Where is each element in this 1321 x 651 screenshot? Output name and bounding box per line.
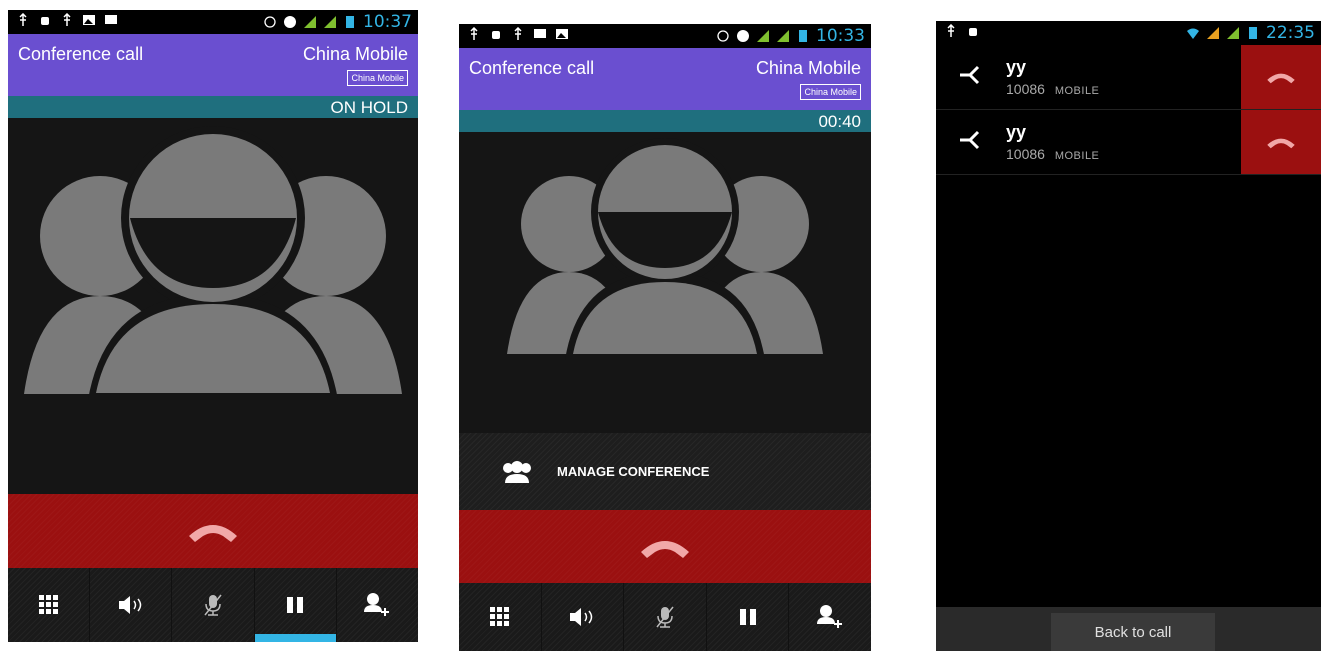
- participant-phone: 10086: [1006, 146, 1045, 162]
- pause-icon: [287, 597, 304, 613]
- carrier-badge: China Mobile: [800, 84, 861, 100]
- mute-button[interactable]: [624, 583, 707, 651]
- usb-icon: [470, 27, 478, 40]
- android-debug-icon: [969, 28, 977, 36]
- usb-icon: [63, 13, 71, 26]
- conference-avatar: [459, 132, 871, 433]
- call-title: Conference call: [18, 44, 144, 64]
- status-time: 10:33: [816, 26, 865, 46]
- conference-avatar: [8, 118, 418, 494]
- end-call-button[interactable]: [459, 510, 871, 583]
- usb-icon: [19, 13, 27, 26]
- participant-phone-type: MOBILE: [1054, 150, 1100, 162]
- speaker-icon: [570, 608, 593, 626]
- hang-up-icon: [1267, 138, 1295, 149]
- status-time: 10:37: [363, 12, 412, 32]
- mute-icon: [204, 594, 222, 616]
- call-status: ON HOLD: [330, 98, 408, 117]
- group-avatar-icon: [507, 138, 823, 360]
- speaker-button[interactable]: [542, 583, 625, 651]
- call-title: Conference call: [469, 58, 595, 78]
- end-participant-button[interactable]: [1241, 45, 1321, 109]
- battery-icon: [346, 16, 354, 28]
- add-call-button[interactable]: [789, 583, 871, 651]
- signal-icon: [1207, 27, 1219, 39]
- end-participant-button[interactable]: [1241, 110, 1321, 174]
- participant-row: yy 10086 MOBILE: [936, 110, 1321, 175]
- participant-row: yy 10086 MOBILE: [936, 45, 1321, 110]
- conference-call-screen-active: 10:33 Conference call China Mobile China…: [459, 24, 871, 651]
- signal-icon: [1227, 27, 1239, 39]
- battery-icon: [1249, 27, 1257, 39]
- usb-icon: [514, 27, 522, 40]
- call-status-bar: ON HOLD: [8, 96, 418, 118]
- conference-call-screen-on-hold: 10:37 Conference call China Mobile China…: [8, 10, 418, 642]
- battery-icon: [799, 30, 807, 42]
- call-controls: [8, 568, 418, 642]
- participant-name: yy: [1006, 122, 1027, 142]
- participant-name: yy: [1006, 57, 1027, 77]
- message-icon: [105, 15, 117, 24]
- hang-up-icon: [641, 540, 689, 558]
- image-icon: [556, 29, 568, 39]
- call-status-bar: 00:40: [459, 110, 871, 132]
- signal-icon: [324, 16, 336, 28]
- call-controls: [459, 583, 871, 651]
- manage-conference-button[interactable]: MANAGE CONFERENCE: [459, 433, 871, 510]
- bottom-bar: Back to call: [936, 607, 1321, 651]
- add-call-icon: [817, 605, 843, 628]
- signal-icon: [304, 16, 316, 28]
- android-debug-icon: [492, 31, 500, 39]
- participant-number: 10086 MOBILE: [1006, 146, 1099, 162]
- signal-icon: [777, 30, 789, 42]
- carrier-name: China Mobile: [302, 44, 408, 64]
- usb-icon: [947, 24, 955, 37]
- carrier-name: China Mobile: [755, 58, 861, 78]
- dialpad-button[interactable]: [459, 583, 542, 651]
- dialpad-button[interactable]: [8, 568, 91, 642]
- alarm-icon: [264, 16, 276, 28]
- separate-call-icon[interactable]: [958, 63, 982, 87]
- separate-call-icon[interactable]: [958, 128, 982, 152]
- manage-conference-screen: 22:35 yy 10086 MOBILE yy 10086 MOBILE Ba…: [936, 21, 1321, 651]
- image-icon: [83, 15, 95, 25]
- participant-number: 10086 MOBILE: [1006, 81, 1099, 97]
- speaker-icon: [118, 596, 142, 614]
- status-time: 22:35: [1266, 23, 1315, 43]
- speaker-button[interactable]: [90, 568, 173, 642]
- back-to-call-button[interactable]: Back to call: [1051, 613, 1215, 651]
- participant-phone-type: MOBILE: [1054, 85, 1100, 97]
- participant-phone: 10086: [1006, 81, 1045, 97]
- manage-conference-label: MANAGE CONFERENCE: [557, 464, 710, 479]
- signal-icon: [757, 30, 769, 42]
- add-call-icon: [364, 593, 390, 616]
- call-header: Conference call China Mobile China Mobil…: [8, 34, 418, 96]
- status-bar: 22:35: [936, 21, 1321, 45]
- hang-up-icon: [1267, 73, 1295, 84]
- call-timer: 00:40: [818, 112, 861, 131]
- hang-up-icon: [189, 525, 237, 542]
- pause-icon: [739, 609, 756, 625]
- dialpad-icon: [489, 607, 509, 626]
- hold-button[interactable]: [254, 568, 337, 642]
- group-avatar-icon: [24, 126, 402, 400]
- alarm-icon: [717, 30, 729, 42]
- wifi-icon: [1187, 28, 1199, 39]
- add-call-button[interactable]: [337, 568, 418, 642]
- hold-button[interactable]: [707, 583, 790, 651]
- message-icon: [534, 29, 546, 38]
- mute-button[interactable]: [172, 568, 255, 642]
- data-sync-icon: [737, 30, 749, 42]
- android-debug-icon: [41, 17, 49, 25]
- carrier-badge: China Mobile: [347, 70, 408, 86]
- mute-icon: [656, 606, 674, 628]
- data-sync-icon: [284, 16, 296, 28]
- status-bar: 10:33: [459, 24, 871, 48]
- dialpad-icon: [38, 595, 58, 614]
- end-call-button[interactable]: [8, 494, 418, 568]
- status-bar: 10:37: [8, 10, 418, 34]
- call-header: Conference call China Mobile China Mobil…: [459, 48, 871, 110]
- group-icon: [503, 460, 531, 483]
